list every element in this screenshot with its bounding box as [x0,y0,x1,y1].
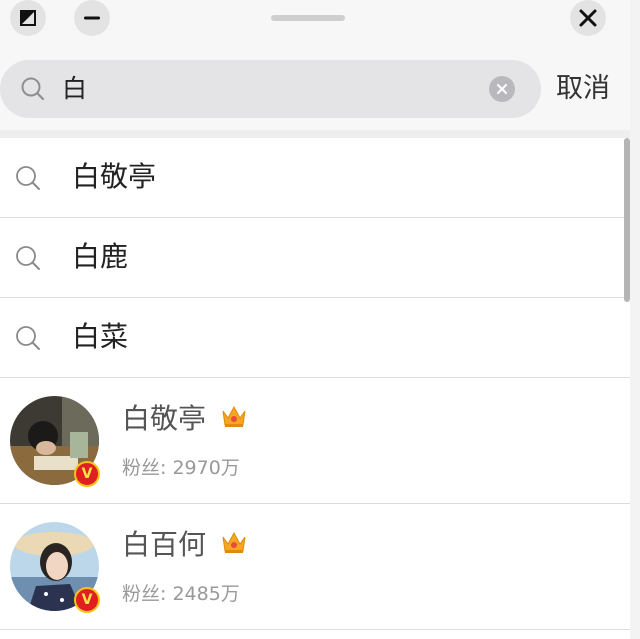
user-name: 白百何 [122,528,207,561]
fans-count: 粉丝: 2970万 [122,457,240,479]
user-result-list: V 白敬亭 粉丝: 2970万 V 白百何 粉丝: 2485万 [0,378,630,630]
verified-badge: V [74,461,100,487]
fans-count: 粉丝: 2485万 [122,583,240,605]
clear-icon [497,84,507,94]
suggestion-label: 白敬亭 [72,160,157,193]
window-edge [630,0,640,639]
resize-icon [20,10,36,26]
suggestion-item[interactable]: 白鹿 [0,218,630,298]
search-input[interactable]: 白 [0,60,541,118]
suggestion-label: 白菜 [72,320,129,353]
search-bar: 白 取消 [0,48,640,130]
minimize-icon [84,16,100,20]
user-name: 白敬亭 [122,402,207,435]
search-icon [16,166,40,190]
drag-handle[interactable] [271,15,345,21]
minimize-button[interactable] [74,0,110,36]
cancel-button[interactable]: 取消 [556,72,610,106]
user-result-item[interactable]: V 白百何 粉丝: 2485万 [0,504,630,630]
close-button[interactable] [570,0,606,36]
section-divider [0,130,640,138]
crown-icon [222,405,246,427]
verified-badge: V [74,587,100,613]
crown-icon [222,531,246,553]
search-query-text[interactable]: 白 [62,72,87,106]
clear-search-button[interactable] [489,76,515,102]
window-title-bar [0,0,640,48]
search-icon [21,77,45,101]
suggestion-item[interactable]: 白菜 [0,298,630,378]
search-icon [16,326,40,350]
suggestion-item[interactable]: 白敬亭 [0,138,630,218]
suggestion-label: 白鹿 [72,240,129,273]
search-icon [16,246,40,270]
resize-button[interactable] [10,0,46,36]
suggestion-list: 白敬亭 白鹿 白菜 [0,138,630,378]
close-icon [579,9,597,27]
user-result-item[interactable]: V 白敬亭 粉丝: 2970万 [0,378,630,504]
